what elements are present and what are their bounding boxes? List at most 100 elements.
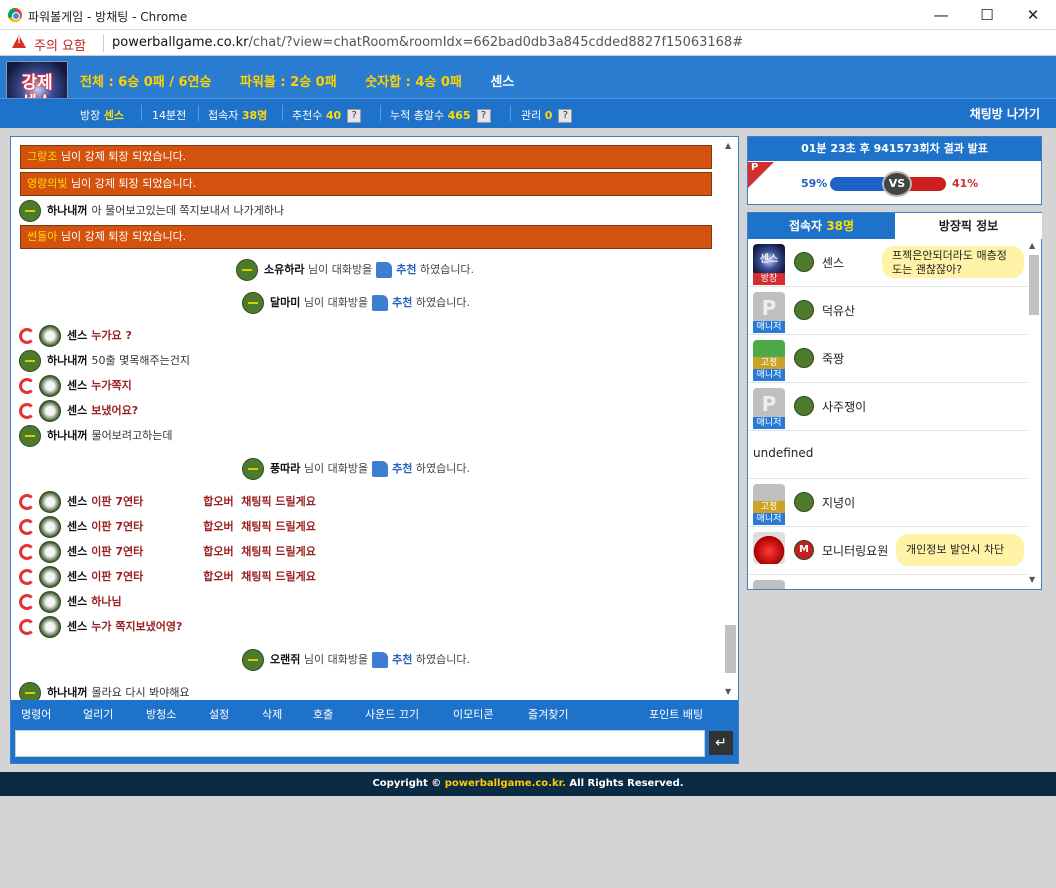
manager-tag: 매니저 bbox=[753, 417, 785, 429]
user-list[interactable]: 센스 방장 센스 프젝은안되더라도 매층정도는 괜찮잖아? P 매니저 덕유산 … bbox=[748, 239, 1028, 589]
owner-info: 방장 센스 bbox=[80, 109, 124, 122]
menu-commands[interactable]: 명령어 bbox=[21, 706, 51, 722]
user-row[interactable]: P 매니저 사주쟁이 bbox=[748, 383, 1028, 431]
recommend-notice: 달마미 님이 대화방을 추천 하였습니다. bbox=[242, 291, 470, 315]
user-name: 모니터링요원 bbox=[822, 544, 889, 558]
menu-point-bet[interactable]: 포인트 배팅 bbox=[649, 706, 703, 722]
user-row[interactable]: 고정 매니저 죽짱 bbox=[748, 335, 1028, 383]
menu-emoticon[interactable]: 이모티콘 bbox=[453, 706, 493, 722]
avatar: P bbox=[753, 388, 785, 420]
divider bbox=[141, 105, 142, 121]
menu-sound-off[interactable]: 사운드 끄기 bbox=[365, 706, 419, 722]
thumbs-up-icon bbox=[376, 262, 393, 278]
spiral-icon bbox=[19, 594, 35, 610]
leave-room-button[interactable]: 채팅방 나가기 bbox=[970, 105, 1040, 122]
rank-icon bbox=[236, 259, 258, 281]
rank-icon bbox=[39, 616, 61, 638]
chat-message: 센스 하나님 bbox=[19, 590, 122, 614]
user-row[interactable]: 고정 매니저 지녕이 bbox=[748, 479, 1028, 527]
chat-scrollbar[interactable]: ▲ ▼ bbox=[723, 141, 737, 699]
tab-owner-picks[interactable]: 방장픽 정보 bbox=[895, 213, 1042, 239]
chat-input[interactable] bbox=[15, 730, 705, 757]
thumbs-up-icon bbox=[372, 652, 389, 668]
scroll-thumb[interactable] bbox=[1029, 255, 1039, 315]
footer-link[interactable]: powerballgame.co.kr. bbox=[445, 778, 566, 789]
menu-settings[interactable]: 설정 bbox=[209, 706, 229, 722]
security-warning[interactable]: 주의 요함 bbox=[34, 35, 86, 54]
rank-icon bbox=[39, 325, 61, 347]
divider bbox=[510, 105, 511, 121]
divider bbox=[103, 34, 104, 52]
recommend-notice: 풍따라 님이 대화방을 추천 하였습니다. bbox=[242, 457, 470, 481]
user-row[interactable] bbox=[748, 575, 1028, 589]
fixed-tag: 고정 bbox=[753, 357, 785, 369]
stat-powerball: 파워볼 : 2승 0패 bbox=[240, 75, 337, 90]
user-tabs: 접속자 38명 방장픽 정보 bbox=[748, 213, 1042, 239]
help-icon[interactable]: ? bbox=[558, 109, 573, 123]
rank-icon bbox=[794, 396, 814, 416]
help-icon[interactable]: ? bbox=[476, 109, 491, 123]
chat-message: 센스 누가쪽지 bbox=[19, 374, 132, 398]
user-list-scrollbar[interactable]: ▲ ▼ bbox=[1028, 241, 1040, 589]
spiral-icon bbox=[19, 619, 35, 635]
menu-clear[interactable]: 방청소 bbox=[146, 706, 176, 722]
room-stats: 전체 : 6승 0패 / 6연승 파워볼 : 2승 0패 숫자합 : 4승 0패… bbox=[80, 71, 538, 90]
menu-favorites[interactable]: 즐겨찾기 bbox=[528, 706, 568, 722]
result-countdown: 01분 23초 후 941573회차 결과 발표 bbox=[748, 137, 1041, 161]
status-bubble: 개인정보 발언시 차단 bbox=[896, 534, 1024, 566]
right-percent: 41% bbox=[952, 177, 979, 190]
address-bar[interactable]: 주의 요함 powerballgame.co.kr/chat/?view=cha… bbox=[0, 30, 1056, 56]
chat-panel: 그랑조 님이 강제 퇴장 되었습니다. 영랑의빛 님이 강제 퇴장 되었습니다.… bbox=[10, 136, 739, 764]
rank-icon bbox=[39, 591, 61, 613]
user-name: 지녕이 bbox=[822, 496, 856, 510]
spiral-icon bbox=[19, 328, 35, 344]
rank-icon bbox=[39, 491, 61, 513]
scroll-up-icon[interactable]: ▲ bbox=[725, 141, 731, 150]
chat-message: 센스 이판 7연타 합오버 채팅픽 드릴게요 bbox=[19, 540, 316, 564]
url-text[interactable]: powerballgame.co.kr/chat/?view=chatRoom&… bbox=[112, 35, 743, 50]
bullet-info: 누적 총알수 465? bbox=[390, 107, 491, 123]
scroll-thumb[interactable] bbox=[725, 625, 736, 673]
user-row[interactable]: undefined bbox=[748, 431, 1028, 479]
chat-message: 센스 누가 쪽지보냈어영? bbox=[19, 615, 182, 639]
chat-input-row: ↵ bbox=[11, 726, 738, 763]
menu-call[interactable]: 호출 bbox=[313, 706, 333, 722]
scroll-up-icon[interactable]: ▲ bbox=[1029, 241, 1035, 250]
user-name: 덕유산 bbox=[822, 304, 856, 318]
chat-message: 센스 이판 7연타 합오버 채팅픽 드릴게요 bbox=[19, 490, 316, 514]
rank-icon bbox=[19, 200, 41, 222]
recommend-notice: 소유하라 님이 대화방을 추천 하였습니다. bbox=[236, 258, 474, 282]
user-row[interactable]: P 매니저 덕유산 bbox=[748, 287, 1028, 335]
manager-tag: 매니저 bbox=[753, 369, 785, 381]
user-count-info: 접속자 38명 bbox=[208, 109, 268, 122]
tab-users[interactable]: 접속자 38명 bbox=[748, 213, 895, 239]
spiral-icon bbox=[19, 519, 35, 535]
scroll-down-icon[interactable]: ▼ bbox=[1029, 575, 1035, 584]
chat-message: 하나내꺼 아 물어보고있는데 쪽지보내서 나가게하나 bbox=[19, 199, 284, 223]
send-icon[interactable]: ↵ bbox=[709, 731, 733, 755]
manager-tag: 매니저 bbox=[753, 513, 785, 525]
user-row[interactable]: 센스 방장 센스 프젝은안되더라도 매층정도는 괜찮잖아? bbox=[748, 239, 1028, 287]
window-title: 파워볼게임 - 방채팅 - Chrome bbox=[28, 10, 188, 24]
rank-icon bbox=[19, 425, 41, 447]
rank-icon bbox=[19, 682, 41, 700]
help-icon[interactable]: ? bbox=[347, 109, 362, 123]
rank-icon bbox=[794, 348, 814, 368]
warning-icon[interactable] bbox=[12, 35, 26, 48]
user-row[interactable]: M 모니터링요원 개인정보 발언시 차단 bbox=[748, 527, 1028, 575]
chat-messages[interactable]: 그랑조 님이 강제 퇴장 되었습니다. 영랑의빛 님이 강제 퇴장 되었습니다.… bbox=[11, 137, 723, 700]
rank-icon bbox=[794, 252, 814, 272]
close-button[interactable]: ✕ bbox=[1010, 0, 1056, 30]
chat-message: 하나내꺼 몰라요 다시 봐야해요 bbox=[19, 681, 190, 700]
minimize-button[interactable]: — bbox=[918, 0, 964, 30]
spiral-icon bbox=[19, 494, 35, 510]
menu-delete[interactable]: 삭제 bbox=[262, 706, 282, 722]
scroll-down-icon[interactable]: ▼ bbox=[725, 687, 731, 696]
rank-icon bbox=[39, 400, 61, 422]
maximize-button[interactable]: ☐ bbox=[964, 0, 1010, 30]
rank-icon bbox=[794, 492, 814, 512]
rank-icon bbox=[242, 458, 264, 480]
chat-menu-bar: 명령어 얼리기 방청소 설정 삭제 호출 사운드 끄기 이모티콘 즐겨찾기 포인… bbox=[11, 700, 738, 726]
rank-icon bbox=[39, 541, 61, 563]
menu-freeze[interactable]: 얼리기 bbox=[83, 706, 113, 722]
